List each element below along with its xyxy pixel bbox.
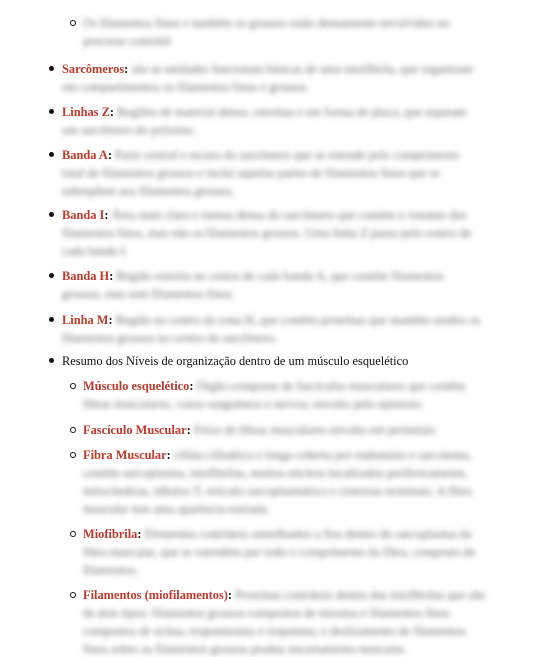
term-colon: : [137,527,145,541]
term: Banda A [62,148,108,162]
sublist-item-musculo-esqueletico: Músculo esquelético: Órgão composto de f… [70,377,485,413]
document-page: Os filamentos finos e também os grossos … [0,0,559,657]
term-description: Parte central e escura do sarcômero que … [62,148,460,198]
list-item-sarcomeros: Sarcômeros: são as unidades funcionais b… [49,60,484,96]
list-item-banda-h: Banda H: Região estreita no centro de ca… [49,267,484,303]
summary-label: Resumo dos Níveis de organização dentro … [62,354,409,368]
term: Miofibrila [83,527,138,541]
list-item: Os filamentos finos e também os grossos … [70,14,483,50]
list-item-linha-m: Linha M: Região no centro da zona H, que… [49,311,484,347]
list-item-linhas-z: Linhas Z: Regiões de material denso, est… [49,103,484,139]
term: Fascículo Muscular [83,423,187,437]
hollow-bullet-icon [70,427,76,433]
term-description: Região estreita no centro de cada banda … [62,269,444,301]
hollow-bullet-icon [70,531,76,537]
bullet-icon [49,152,54,157]
term-description: Feixe de fibras musculares envolto em pe… [193,423,438,437]
hollow-bullet-icon [70,592,76,598]
term: Banda H [62,269,110,283]
term: Banda I [62,208,105,222]
list-item-banda-i: Banda I: Área mais clara e menos densa d… [49,206,484,260]
sublist-item-filamentos: Filamentos (miofilamentos): Proteínas co… [70,586,485,657]
list-item-summary: Resumo dos Níveis de organização dentro … [49,352,502,370]
sublist-item-miofibrila: Miofibrila: Elementos contráteis semelha… [70,525,485,579]
list-item-banda-a: Banda A: Parte central e escura do sarcô… [49,146,484,200]
term-colon: : [108,313,116,327]
term: Filamentos (miofilamentos) [83,588,228,602]
term-colon: : [166,448,174,462]
bullet-icon [49,273,54,278]
bullet-icon [49,212,54,217]
bullet-icon [49,317,54,322]
term-colon: : [186,423,194,437]
term: Sarcômeros [62,62,125,76]
list-item-text: Os filamentos finos e também os grossos … [83,16,450,48]
term: Fibra Muscular [83,448,167,462]
term: Linha M [62,313,109,327]
term-colon: : [104,208,112,222]
sublist-item-fasciculo-muscular: Fascículo Muscular: Feixe de fibras musc… [70,421,485,439]
term-colon: : [107,148,116,162]
term-description: Região no centro da zona H, que contém p… [62,313,481,345]
hollow-bullet-icon [70,452,76,458]
hollow-bullet-icon [70,20,76,26]
term-description: Área mais clara e menos densa do sarcôme… [62,208,472,258]
sublist-item-fibra-muscular: Fibra Muscular: célula cilíndrica e long… [70,446,485,518]
term-colon: : [189,379,197,393]
term: Linhas Z [62,105,110,119]
bullet-icon [49,358,54,363]
hollow-bullet-icon [70,383,76,389]
term-description: Regiões de material denso, estreitas e e… [62,105,467,137]
bullet-icon [49,66,54,71]
bullet-icon [49,109,54,114]
term: Músculo esquelético [83,379,190,393]
